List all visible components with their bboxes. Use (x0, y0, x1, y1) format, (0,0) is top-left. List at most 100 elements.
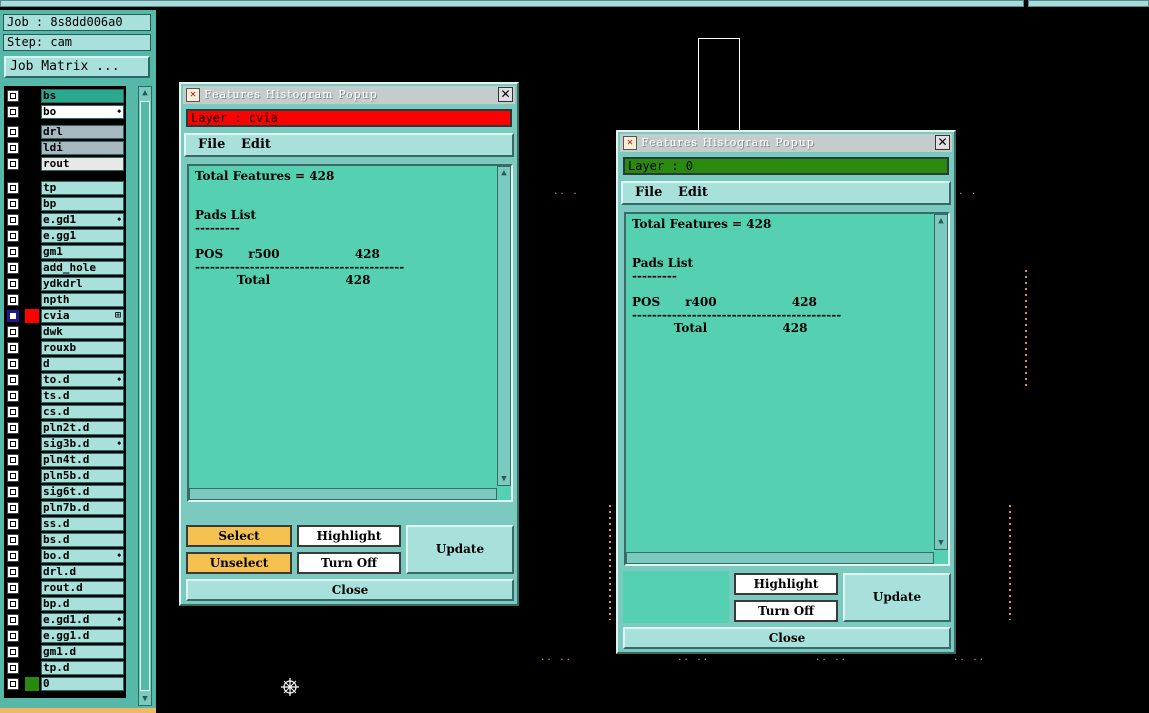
layer-checkbox[interactable] (7, 310, 19, 322)
layer-row[interactable]: e.gd1 ⬩ (4, 212, 126, 228)
close-icon[interactable]: ✕ (498, 87, 513, 102)
highlight-button[interactable]: Highlight (297, 525, 401, 547)
layer-name[interactable]: 0 (41, 677, 124, 691)
layer-checkbox[interactable] (7, 126, 19, 138)
layer-row[interactable]: gm1.d (4, 644, 126, 660)
layer-color-swatch[interactable] (25, 581, 39, 595)
layer-color-swatch[interactable] (25, 277, 39, 291)
layer-name[interactable]: tp (41, 181, 124, 195)
layer-checkbox[interactable] (7, 438, 19, 450)
layer-color-swatch[interactable] (25, 565, 39, 579)
close-button[interactable]: Close (623, 627, 951, 649)
layer-row[interactable]: pln2t.d (4, 420, 126, 436)
layer-checkbox[interactable] (7, 550, 19, 562)
layer-color-swatch[interactable] (25, 517, 39, 531)
layer-name[interactable]: pln2t.d (41, 421, 124, 435)
layer-row[interactable]: ldi (4, 140, 126, 156)
layer-color-swatch[interactable] (25, 325, 39, 339)
unselect-button[interactable]: Unselect (186, 552, 292, 574)
layer-name[interactable]: rout.d (41, 581, 124, 595)
layer-row[interactable]: ydkdrl (4, 276, 126, 292)
layer-name[interactable]: drl (41, 125, 124, 139)
layer-checkbox[interactable] (7, 262, 19, 274)
scrollbar-thumb[interactable] (140, 101, 150, 691)
close-icon[interactable]: ✕ (935, 135, 950, 150)
scroll-down-arrow-icon[interactable]: ▼ (498, 473, 510, 485)
layer-name[interactable]: pln7b.d (41, 501, 124, 515)
layer-color-swatch[interactable] (25, 125, 39, 139)
layer-name[interactable]: bo ⬩ (41, 105, 124, 119)
layer-checkbox[interactable] (7, 278, 19, 290)
layer-color-swatch[interactable] (25, 501, 39, 515)
select-button[interactable]: Select (186, 525, 292, 547)
layer-color-swatch[interactable] (25, 453, 39, 467)
layer-checkbox[interactable] (7, 214, 19, 226)
layer-row[interactable]: 0 (4, 676, 126, 692)
layer-row[interactable]: e.gg1 (4, 228, 126, 244)
layer-color-swatch[interactable] (25, 213, 39, 227)
layer-checkbox[interactable] (7, 662, 19, 674)
layer-name[interactable]: rout (41, 157, 124, 171)
layer-checkbox[interactable] (7, 406, 19, 418)
layer-checkbox[interactable] (7, 198, 19, 210)
horizontal-scrollbar[interactable] (626, 552, 934, 564)
job-matrix-button[interactable]: Job Matrix ... (4, 56, 150, 78)
layer-checkbox[interactable] (7, 342, 19, 354)
layer-checkbox[interactable] (7, 518, 19, 530)
layer-name[interactable]: bp.d (41, 597, 124, 611)
layer-name[interactable]: cs.d (41, 405, 124, 419)
layer-row[interactable]: dwk (4, 324, 126, 340)
layer-row[interactable]: pln5b.d (4, 468, 126, 484)
layer-row[interactable]: e.gg1.d (4, 628, 126, 644)
layer-row[interactable]: cvia ⊞ (4, 308, 126, 324)
layer-name[interactable]: tp.d (41, 661, 124, 675)
layer-name[interactable]: rouxb (41, 341, 124, 355)
layer-color-swatch[interactable] (25, 229, 39, 243)
scroll-down-arrow-icon[interactable]: ▼ (139, 693, 151, 705)
layer-checkbox[interactable] (7, 158, 19, 170)
scroll-up-arrow-icon[interactable]: ▲ (139, 87, 151, 99)
layer-color-swatch[interactable] (25, 89, 39, 103)
layer-checkbox[interactable] (7, 646, 19, 658)
menu-file[interactable]: File (635, 185, 662, 200)
layer-name[interactable]: npth (41, 293, 124, 307)
layer-checkbox[interactable] (7, 614, 19, 626)
layer-name[interactable]: d (41, 357, 124, 371)
layer-color-swatch[interactable] (25, 141, 39, 155)
layer-row[interactable]: npth (4, 292, 126, 308)
layer-name[interactable]: pln5b.d (41, 469, 124, 483)
layer-row[interactable]: pln7b.d (4, 500, 126, 516)
layer-color-swatch[interactable] (25, 469, 39, 483)
layer-color-swatch[interactable] (25, 629, 39, 643)
histogram-text-area[interactable]: Total Features = 428 Pads List ---------… (187, 164, 513, 502)
layer-color-swatch[interactable] (25, 389, 39, 403)
layer-row[interactable]: bp (4, 196, 126, 212)
layer-checkbox[interactable] (7, 374, 19, 386)
turn-off-button[interactable]: Turn Off (734, 600, 838, 622)
layer-checkbox[interactable] (7, 358, 19, 370)
scroll-up-arrow-icon[interactable]: ▲ (935, 215, 947, 227)
layer-name[interactable]: add_hole (41, 261, 124, 275)
layer-checkbox[interactable] (7, 486, 19, 498)
layer-checkbox[interactable] (7, 598, 19, 610)
layer-checkbox[interactable] (7, 566, 19, 578)
layer-color-swatch[interactable] (25, 485, 39, 499)
layer-name[interactable]: pln4t.d (41, 453, 124, 467)
layer-color-swatch[interactable] (25, 105, 39, 119)
layer-checkbox[interactable] (7, 582, 19, 594)
layer-checkbox[interactable] (7, 182, 19, 194)
layer-checkbox[interactable] (7, 294, 19, 306)
layer-checkbox[interactable] (7, 502, 19, 514)
layer-color-swatch[interactable] (25, 421, 39, 435)
layer-row[interactable]: cs.d (4, 404, 126, 420)
layer-name[interactable]: bs (41, 89, 124, 103)
layer-checkbox[interactable] (7, 390, 19, 402)
scroll-up-arrow-icon[interactable]: ▲ (498, 167, 510, 179)
vertical-scrollbar[interactable]: ▲ ▼ (497, 166, 511, 486)
layer-color-swatch[interactable] (25, 645, 39, 659)
menu-edit[interactable]: Edit (241, 137, 271, 152)
layer-checkbox[interactable] (7, 230, 19, 242)
layer-row[interactable]: rout.d (4, 580, 126, 596)
layer-row[interactable]: drl.d (4, 564, 126, 580)
layer-row[interactable]: rout (4, 156, 126, 172)
